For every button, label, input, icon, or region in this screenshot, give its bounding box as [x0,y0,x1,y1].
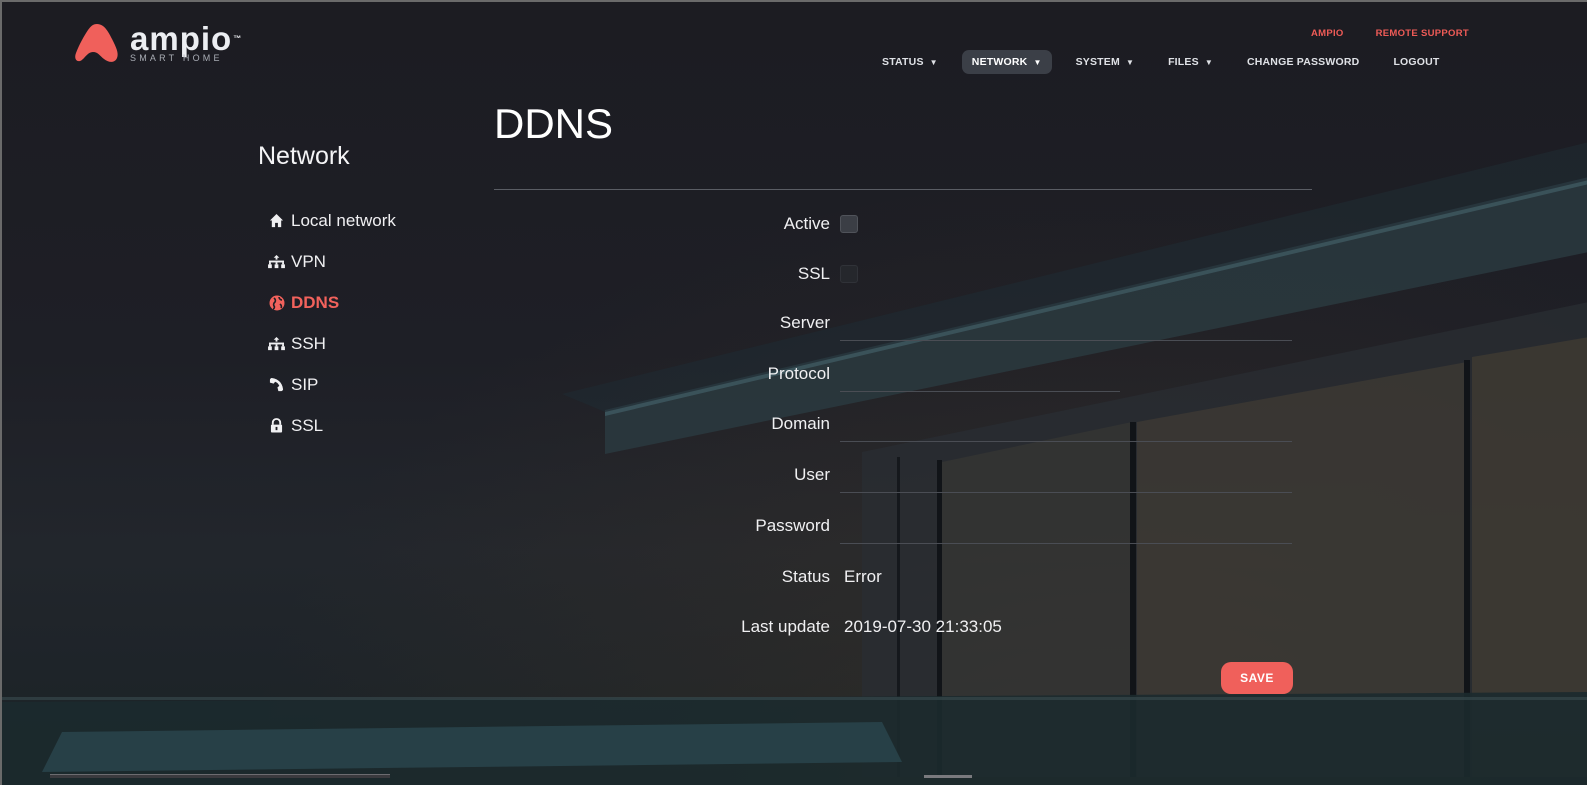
nav-change-password[interactable]: CHANGE PASSWORD [1237,50,1369,74]
sidebar-item-local-network[interactable]: Local network [268,200,396,241]
chevron-down-icon: ▼ [1125,58,1135,67]
chevron-down-icon: ▼ [1033,58,1042,67]
page-title: DDNS [494,100,614,147]
nav-logout[interactable]: LOGOUT [1383,50,1449,74]
save-button[interactable]: SAVE [1221,662,1293,694]
sidebar-item-label: SIP [291,374,319,394]
chevron-down-icon: ▼ [929,58,938,67]
brand-name: ampio [130,19,233,57]
globe-icon [268,294,285,311]
brand-logo[interactable]: ampio™ SMART HOME [74,22,242,64]
sidebar-menu: Local network VPN DDNS SSH SIP SSL [268,200,396,446]
password-label: Password [755,516,830,535]
status-label: Status [781,567,830,586]
form-row-active: Active [494,204,1312,244]
server-label: Server [779,313,830,332]
home-icon [268,212,285,229]
nav-network[interactable]: NETWORK ▼ [961,50,1052,74]
sidebar-item-ddns[interactable]: DDNS [268,282,396,323]
nav-system[interactable]: SYSTEM ▼ [1066,50,1145,74]
last-update-label: Last update [741,617,830,636]
protocol-select[interactable] [840,354,1120,392]
sidebar-item-label: SSH [291,333,326,353]
title-divider [494,189,1312,190]
sidebar-item-ssl[interactable]: SSL [268,405,396,446]
form-row-protocol: Protocol [494,354,1312,394]
nav-files[interactable]: FILES ▼ [1158,50,1223,74]
ampio-link[interactable]: AMPIO [1311,28,1344,39]
trademark-symbol: ™ [233,33,243,43]
nav-status[interactable]: STATUS ▼ [872,50,948,74]
chevron-down-icon: ▼ [1204,58,1213,67]
last-update-value: 2019-07-30 21:33:05 [844,617,1002,636]
sidebar-item-sip[interactable]: SIP [268,364,396,405]
scrollbar-thumb[interactable] [924,775,972,778]
network-icon [268,335,285,352]
domain-label: Domain [771,414,830,433]
active-label: Active [783,214,830,233]
ssl-checkbox[interactable] [840,265,858,283]
form-row-last-update: Last update 2019-07-30 21:33:05 [494,607,1312,647]
phone-icon [268,376,285,393]
app-window: ampio™ SMART HOME AMPIO REMOTE SUPPORT S… [0,0,1587,785]
sidebar-item-ssh[interactable]: SSH [268,323,396,364]
domain-input[interactable] [840,404,1292,442]
nav-system-label: SYSTEM [1075,56,1120,68]
password-input[interactable] [840,506,1292,544]
network-icon [268,253,285,270]
nav-logout-label: LOGOUT [1393,56,1440,68]
nav-change-password-label: CHANGE PASSWORD [1246,56,1360,68]
nav-status-label: STATUS [882,56,924,68]
form-row-server: Server [494,303,1312,343]
sidebar-title: Network [258,142,350,170]
sidebar-item-label: VPN [291,251,326,271]
status-value: Error [844,567,882,586]
nav-files-label: FILES [1168,56,1199,68]
user-label: User [794,465,830,484]
form-row-ssl: SSL [494,254,1312,294]
user-input[interactable] [840,455,1292,493]
horizontal-scrollbar[interactable] [50,774,390,778]
form-row-domain: Domain [494,404,1312,444]
ssl-label: SSL [797,264,830,283]
lock-icon [268,417,285,434]
active-checkbox[interactable] [840,215,858,233]
form-row-password: Password [494,506,1312,546]
form-row-status: Status Error [494,557,1312,597]
server-input[interactable] [840,303,1292,341]
main-nav: STATUS ▼ NETWORK ▼ SYSTEM ▼ FILES ▼ CHANGE P… [872,50,1464,74]
sidebar-item-label: Local network [291,210,396,230]
remote-support-link[interactable]: REMOTE SUPPORT [1376,28,1469,39]
sidebar-item-label: DDNS [291,292,340,312]
sidebar-item-vpn[interactable]: VPN [268,241,396,282]
ampio-logo-icon [75,24,118,62]
form-row-user: User [494,455,1312,495]
sidebar-item-label: SSL [291,415,324,435]
nav-network-label: NETWORK [971,56,1028,68]
top-links: AMPIO REMOTE SUPPORT [1311,28,1469,39]
protocol-label: Protocol [767,364,830,383]
